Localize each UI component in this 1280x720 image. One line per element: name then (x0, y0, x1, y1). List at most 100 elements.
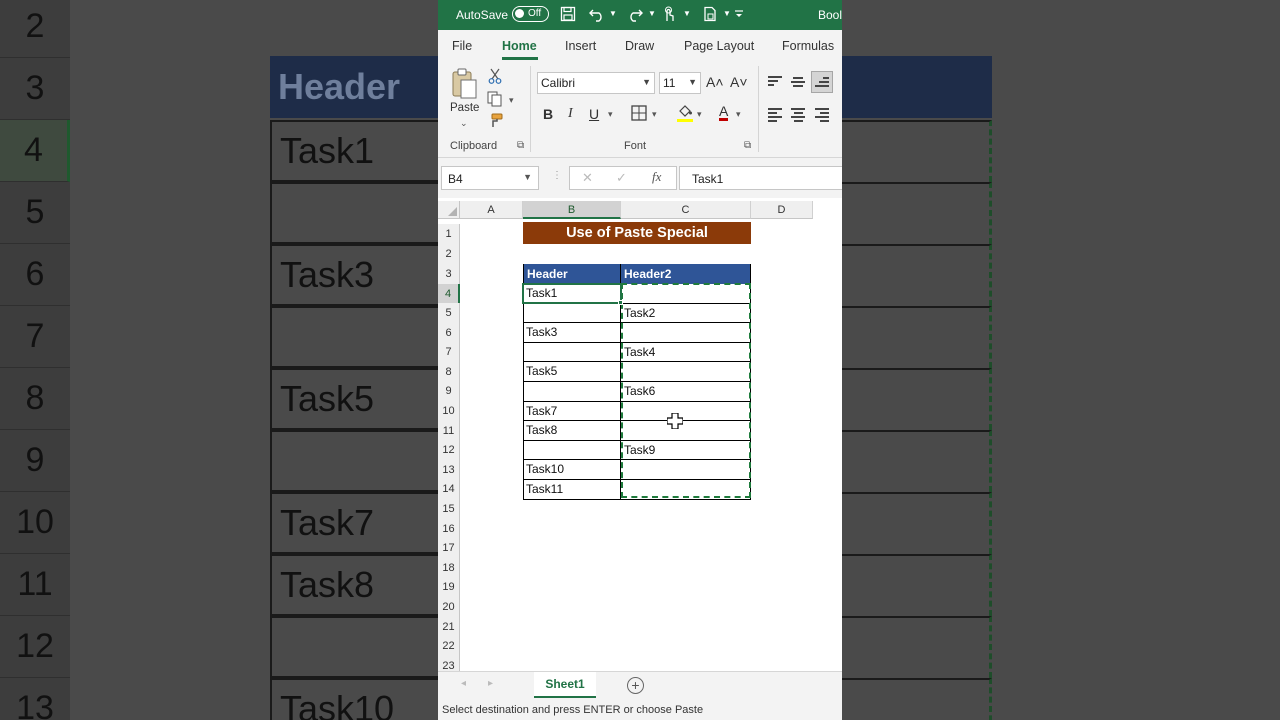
row-header[interactable]: 5 (438, 303, 460, 323)
active-cell-b4[interactable] (522, 283, 622, 304)
tab-draw[interactable]: Draw (625, 39, 654, 53)
row-header[interactable]: 2 (438, 244, 460, 264)
decrease-font-size-icon[interactable]: A˅ (730, 74, 748, 90)
tab-formulas[interactable]: Formulas (782, 39, 834, 53)
font-size-value: 11 (663, 76, 676, 90)
row-header[interactable]: 21 (438, 617, 460, 637)
row-header[interactable]: 12 (438, 440, 460, 460)
table-cell[interactable]: Task8 (523, 421, 621, 441)
formula-bar-grip-icon[interactable]: ⋮ (552, 170, 562, 181)
row-header[interactable]: 7 (438, 342, 460, 362)
row-header[interactable]: 4 (438, 284, 460, 304)
table-cell[interactable] (523, 382, 621, 402)
table-cell[interactable]: Task10 (523, 460, 621, 480)
copy-dropdown-icon[interactable]: ▾ (509, 95, 514, 106)
row-header[interactable]: 11 (438, 421, 460, 441)
align-left-icon[interactable] (768, 108, 782, 122)
tab-page-layout[interactable]: Page Layout (684, 39, 754, 53)
underline-dropdown-icon[interactable]: ▾ (608, 109, 613, 120)
touch-dropdown-icon[interactable]: ▼ (683, 9, 691, 18)
prev-sheet-icon[interactable]: ◂ (461, 678, 466, 689)
table-cell[interactable]: Task7 (523, 401, 621, 422)
column-header-c[interactable]: C (621, 201, 751, 219)
fill-handle[interactable] (618, 300, 623, 305)
undo-icon[interactable] (588, 6, 606, 26)
row-header[interactable]: 19 (438, 577, 460, 597)
customize-toolbar-icon[interactable] (734, 6, 744, 27)
row-header[interactable]: 13 (438, 460, 460, 480)
font-name-select[interactable]: Calibri ▼ (537, 72, 655, 94)
cut-icon[interactable] (488, 68, 502, 87)
row-header[interactable]: 23 (438, 656, 460, 672)
title-cell-b1[interactable]: Use of Paste Special (523, 222, 751, 244)
paste-button[interactable]: Paste (450, 102, 479, 114)
table-cell[interactable]: Task5 (523, 362, 621, 382)
cancel-icon[interactable]: ✕ (582, 170, 593, 186)
add-sheet-icon[interactable]: + (627, 677, 644, 694)
row-header[interactable]: 6 (438, 323, 460, 343)
next-sheet-icon[interactable]: ▸ (488, 678, 493, 689)
paste-dropdown-icon[interactable]: ⌄ (460, 118, 468, 129)
table-cell[interactable]: Task11 (523, 480, 621, 500)
bottom-align-icon[interactable] (811, 71, 833, 93)
underline-button[interactable]: U (589, 106, 599, 122)
touch-mode-icon[interactable] (662, 6, 676, 26)
align-center-icon[interactable] (791, 108, 805, 122)
row-header[interactable]: 1 (438, 224, 460, 244)
table-cell[interactable] (523, 440, 621, 461)
bold-button[interactable]: B (543, 106, 553, 122)
format-painter-icon[interactable] (487, 113, 503, 132)
header-cell-c3[interactable]: Header2 (621, 264, 751, 284)
row-header[interactable]: 8 (438, 362, 460, 382)
table-cell[interactable] (523, 303, 621, 324)
top-align-icon[interactable] (768, 76, 782, 88)
header-cell-b3[interactable]: Header (523, 264, 621, 284)
paste-icon[interactable] (450, 68, 478, 100)
font-size-select[interactable]: 11 ▼ (659, 72, 701, 94)
font-color-dropdown-icon[interactable]: ▾ (736, 109, 741, 120)
document-icon[interactable] (702, 6, 718, 26)
font-launcher-icon[interactable]: ⧉ (744, 140, 751, 151)
row-header[interactable]: 16 (438, 519, 460, 539)
tab-insert[interactable]: Insert (565, 39, 596, 53)
borders-dropdown-icon[interactable]: ▾ (652, 109, 657, 120)
copy-icon[interactable] (487, 91, 503, 110)
autosave-toggle[interactable]: Off (512, 6, 549, 22)
table-cell[interactable]: Task3 (523, 323, 621, 343)
row-header[interactable]: 14 (438, 479, 460, 499)
increase-font-size-icon[interactable]: A˄ (706, 74, 724, 90)
column-header-b[interactable]: B (523, 201, 621, 219)
align-right-icon[interactable] (815, 108, 829, 122)
select-all-button[interactable] (438, 201, 460, 219)
name-box[interactable]: B4 ▼ (441, 166, 539, 190)
row-header[interactable]: 20 (438, 597, 460, 617)
redo-icon[interactable] (626, 6, 644, 26)
font-color-icon[interactable]: A (719, 104, 729, 121)
column-header-d[interactable]: D (751, 201, 813, 219)
undo-dropdown-icon[interactable]: ▼ (609, 9, 617, 18)
row-header[interactable]: 3 (438, 264, 460, 284)
borders-icon[interactable] (631, 105, 647, 124)
row-header[interactable]: 10 (438, 401, 460, 421)
formula-input[interactable]: Task1 (679, 166, 842, 190)
row-header[interactable]: 15 (438, 499, 460, 519)
clipboard-launcher-icon[interactable]: ⧉ (517, 140, 524, 151)
column-header-a[interactable]: A (460, 201, 523, 219)
enter-icon[interactable]: ✓ (616, 170, 627, 186)
tab-home[interactable]: Home (502, 39, 537, 53)
redo-dropdown-icon[interactable]: ▼ (648, 9, 656, 18)
insert-function-button[interactable]: fx (652, 169, 661, 185)
middle-align-icon[interactable] (791, 77, 805, 89)
italic-button[interactable]: I (568, 106, 573, 122)
row-header[interactable]: 22 (438, 636, 460, 656)
row-header[interactable]: 9 (438, 381, 460, 401)
sheet-tab-sheet1[interactable]: Sheet1 (534, 672, 596, 698)
table-cell[interactable] (523, 342, 621, 363)
document-dropdown-icon[interactable]: ▼ (723, 9, 731, 18)
fill-color-dropdown-icon[interactable]: ▾ (697, 109, 702, 120)
fill-color-icon[interactable] (677, 103, 693, 126)
row-header[interactable]: 17 (438, 538, 460, 558)
tab-file[interactable]: File (452, 39, 472, 53)
row-header[interactable]: 18 (438, 558, 460, 578)
save-icon[interactable] (560, 6, 576, 26)
